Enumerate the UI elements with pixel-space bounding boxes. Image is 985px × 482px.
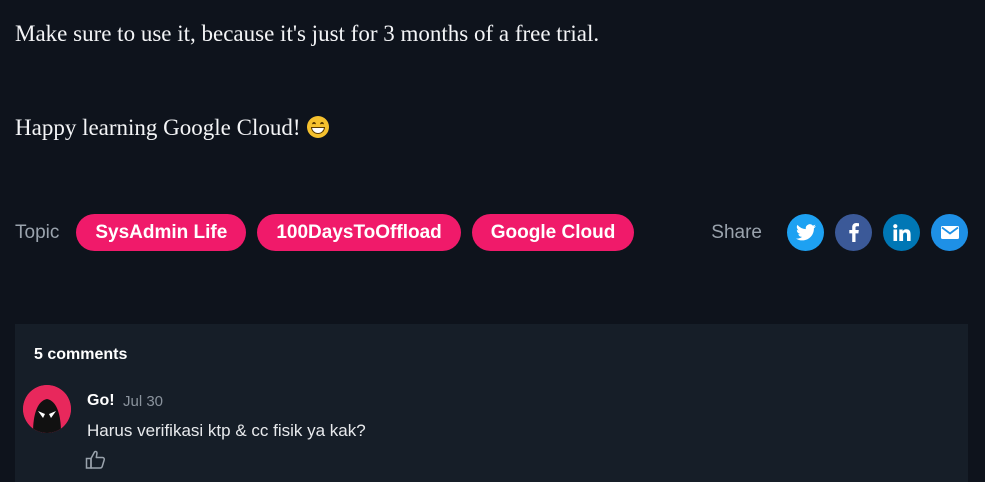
article-paragraph-1: Make sure to use it, because it's just f… [15,21,599,47]
paragraph-1-text: Make sure to use it, because it's just f… [15,21,600,46]
avatar-icon[interactable] [23,385,71,433]
thumbs-up-icon[interactable] [85,450,107,475]
comment-text: Harus verifikasi ktp & cc fisik ya kak? [87,421,366,440]
article-paragraph-2: Happy learning Google Cloud! [15,115,329,141]
email-icon [940,226,959,239]
topic-share-row: Topic SysAdmin Life 100DaysToOffload Goo… [15,214,968,251]
comments-count: 5 comments [34,346,128,363]
share-label: Share [711,221,762,243]
linkedin-icon [892,224,911,241]
grinning-face-icon [306,116,329,138]
tag-100daystooffload[interactable]: 100DaysToOffload [257,214,461,251]
tag-sysadmin-life[interactable]: SysAdmin Life [76,214,247,251]
twitter-icon [795,224,816,241]
topic-label: Topic [15,221,60,243]
paragraph-2-text: Happy learning Google Cloud! [15,115,301,140]
facebook-icon [848,223,859,242]
share-linkedin-button[interactable] [883,214,920,251]
share-facebook-button[interactable] [835,214,872,251]
tag-google-cloud[interactable]: Google Cloud [471,214,635,251]
share-email-button[interactable] [931,214,968,251]
comment-date[interactable]: Jul 30 [123,393,163,410]
comments-section: 5 comments Go! Jul 30 Harus verifikasi k… [15,324,968,482]
comment-author[interactable]: Go! [87,392,115,410]
share-twitter-button[interactable] [787,214,824,251]
